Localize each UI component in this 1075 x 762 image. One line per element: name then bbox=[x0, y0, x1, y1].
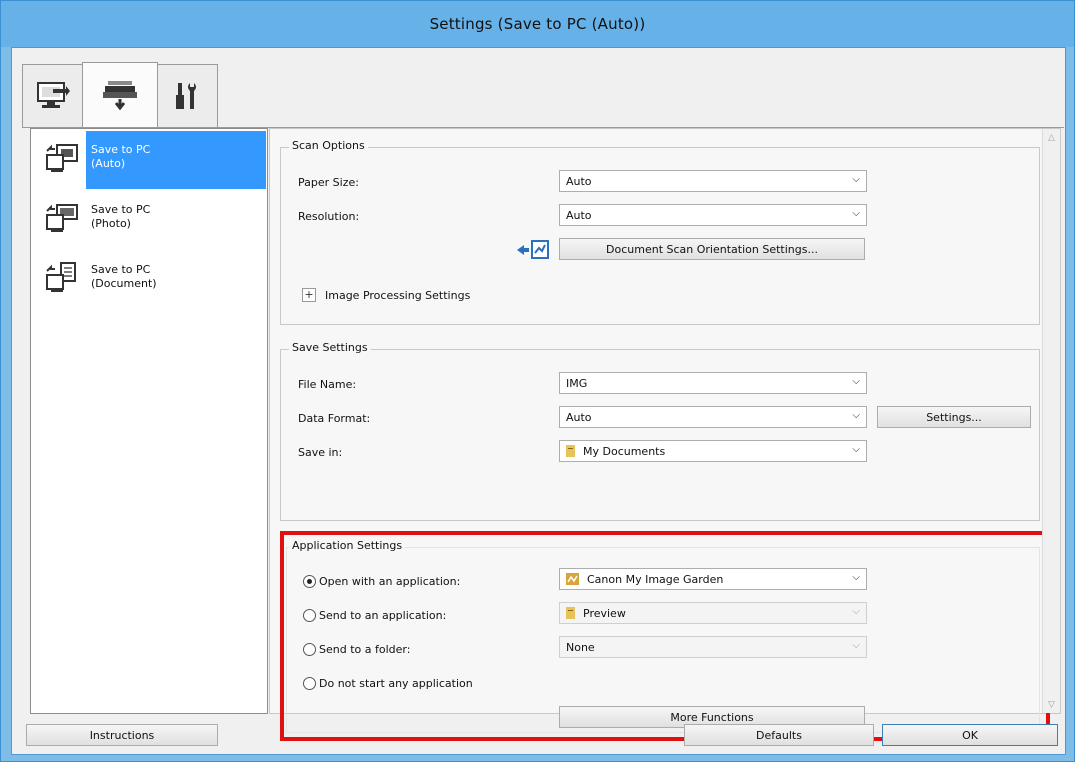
my-image-garden-icon bbox=[566, 573, 579, 585]
ok-label: OK bbox=[962, 728, 978, 742]
ok-button[interactable]: OK bbox=[882, 724, 1058, 746]
more-functions-label: More Functions bbox=[670, 710, 754, 724]
scan-mode-list: Save to PC (Auto) Save to PC (Photo) Sav… bbox=[30, 128, 268, 714]
open-with-application-select[interactable]: Canon My Image Garden ⌵ bbox=[559, 568, 867, 590]
title-bar: Settings (Save to PC (Auto)) bbox=[1, 1, 1074, 47]
scan-options-title: Scan Options bbox=[289, 139, 368, 152]
save-in-value: My Documents bbox=[583, 444, 666, 458]
application-settings-group: Application Settings Open with an applic… bbox=[286, 539, 1040, 733]
mode-item-save-to-pc-document[interactable]: Save to PC (Document) bbox=[31, 251, 267, 309]
file-name-value: IMG bbox=[566, 376, 588, 390]
resolution-label: Resolution: bbox=[298, 210, 360, 223]
vertical-scrollbar[interactable]: △ ▽ bbox=[1042, 129, 1060, 713]
send-to-application-radio[interactable] bbox=[303, 609, 316, 622]
plus-icon: + bbox=[304, 288, 314, 301]
send-to-application-select[interactable]: Preview ⌵ bbox=[559, 602, 867, 624]
chevron-down-icon: ⌵ bbox=[852, 640, 860, 651]
tab-scan-from-computer[interactable] bbox=[22, 64, 84, 127]
image-processing-settings-label: Image Processing Settings bbox=[325, 289, 471, 302]
defaults-button[interactable]: Defaults bbox=[684, 724, 874, 746]
document-scan-orientation-settings-button[interactable]: Document Scan Orientation Settings... bbox=[559, 238, 865, 260]
open-with-value: Canon My Image Garden bbox=[587, 572, 724, 586]
chevron-down-icon: ⌵ bbox=[852, 410, 860, 421]
window-title: Settings (Save to PC (Auto)) bbox=[429, 15, 646, 33]
data-format-label: Data Format: bbox=[298, 412, 371, 425]
photo-scan-mode-icon bbox=[46, 204, 78, 232]
mode-label: Save to PC (Document) bbox=[91, 263, 157, 290]
tab-scan-from-operation-panel[interactable] bbox=[82, 62, 158, 127]
mode-item-save-to-pc-auto[interactable]: Save to PC (Auto) bbox=[31, 131, 267, 189]
application-settings-title: Application Settings bbox=[289, 539, 406, 552]
resolution-select[interactable]: Auto ⌵ bbox=[559, 204, 867, 226]
data-format-value: Auto bbox=[566, 410, 592, 424]
send-to-folder-select[interactable]: None ⌵ bbox=[559, 636, 867, 658]
send-to-folder-value: None bbox=[566, 640, 595, 654]
defaults-label: Defaults bbox=[756, 728, 802, 742]
instructions-label: Instructions bbox=[89, 728, 155, 742]
tab-general-settings[interactable] bbox=[156, 64, 218, 127]
mode-label: Save to PC (Auto) bbox=[91, 143, 151, 170]
save-in-select[interactable]: My Documents ⌵ bbox=[559, 440, 867, 462]
do-not-start-application-radio[interactable] bbox=[303, 677, 316, 690]
document-scan-mode-icon bbox=[46, 262, 76, 292]
scroll-up-icon[interactable]: △ bbox=[1043, 129, 1060, 146]
settings-button-label: Settings... bbox=[926, 410, 982, 424]
data-format-select[interactable]: Auto ⌵ bbox=[559, 406, 867, 428]
open-with-application-radio[interactable] bbox=[303, 575, 316, 588]
open-with-application-label: Open with an application: bbox=[319, 575, 461, 588]
paper-size-label: Paper Size: bbox=[298, 176, 359, 189]
instructions-button[interactable]: Instructions bbox=[26, 724, 218, 746]
do-not-start-application-label: Do not start any application bbox=[319, 677, 473, 690]
save-settings-group: Save Settings File Name: IMG ⌵ Data Form… bbox=[280, 341, 1040, 521]
settings-panel: Scan Options Paper Size: Auto ⌵ Resoluti… bbox=[269, 128, 1061, 741]
window-client-area: Save to PC (Auto) Save to PC (Photo) Sav… bbox=[11, 47, 1066, 755]
save-settings-title: Save Settings bbox=[289, 341, 371, 354]
preview-app-icon bbox=[566, 607, 575, 619]
settings-window: Settings (Save to PC (Auto)) Save to PC … bbox=[0, 0, 1075, 762]
scan-options-group: Scan Options Paper Size: Auto ⌵ Resoluti… bbox=[280, 139, 1040, 325]
mode-label: Save to PC (Photo) bbox=[91, 203, 151, 230]
orientation-icon bbox=[517, 240, 549, 259]
send-to-folder-radio[interactable] bbox=[303, 643, 316, 656]
file-name-combobox[interactable]: IMG ⌵ bbox=[559, 372, 867, 394]
tools-icon bbox=[176, 83, 196, 109]
paper-size-select[interactable]: Auto ⌵ bbox=[559, 170, 867, 192]
send-to-folder-label: Send to a folder: bbox=[319, 643, 411, 656]
data-format-settings-button[interactable]: Settings... bbox=[877, 406, 1031, 428]
chevron-down-icon: ⌵ bbox=[852, 606, 860, 617]
resolution-value: Auto bbox=[566, 208, 592, 222]
chevron-down-icon: ⌵ bbox=[852, 444, 860, 455]
scroll-down-icon[interactable]: ▽ bbox=[1043, 696, 1060, 713]
paper-size-value: Auto bbox=[566, 174, 592, 188]
chevron-down-icon: ⌵ bbox=[852, 376, 860, 387]
file-name-label: File Name: bbox=[298, 378, 357, 391]
folder-icon bbox=[566, 445, 575, 457]
mode-item-save-to-pc-photo[interactable]: Save to PC (Photo) bbox=[31, 191, 267, 249]
chevron-down-icon: ⌵ bbox=[852, 208, 860, 219]
send-to-app-value: Preview bbox=[583, 606, 626, 620]
scanner-icon bbox=[103, 81, 137, 111]
send-to-application-label: Send to an application: bbox=[319, 609, 447, 622]
chevron-down-icon: ⌵ bbox=[852, 572, 860, 583]
save-in-label: Save in: bbox=[298, 446, 343, 459]
computer-scan-icon bbox=[37, 82, 70, 108]
chevron-down-icon: ⌵ bbox=[852, 174, 860, 185]
expand-image-processing-button[interactable]: + bbox=[302, 288, 316, 302]
orientation-button-label: Document Scan Orientation Settings... bbox=[606, 242, 818, 256]
auto-scan-mode-icon bbox=[46, 144, 78, 172]
